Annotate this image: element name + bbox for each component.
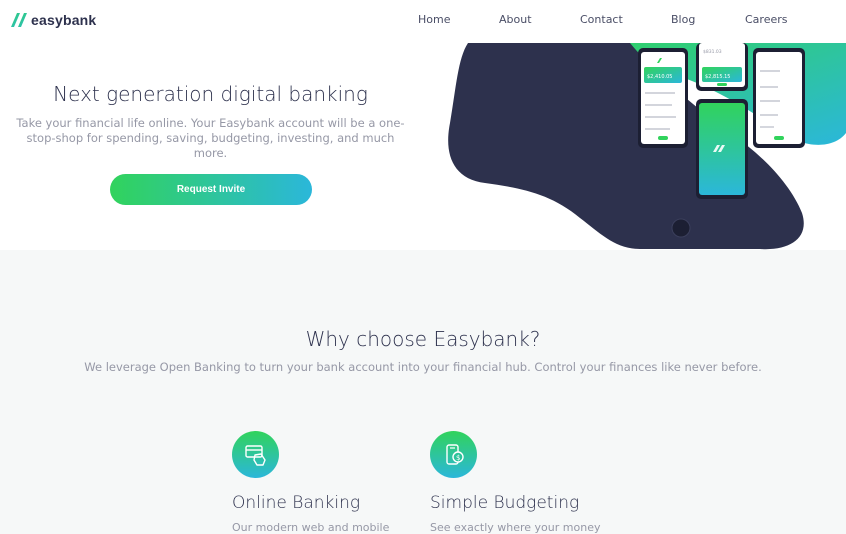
feature-online-banking: Online Banking Our modern web and mobile	[232, 431, 422, 534]
feature-title: Online Banking	[232, 493, 361, 513]
top-balance-text: $831.03	[703, 49, 722, 55]
why-title: Why choose Easybank?	[305, 327, 541, 351]
nav-blog[interactable]: Blog	[671, 13, 695, 26]
feature-simple-budgeting: $ Simple Budgeting See exactly where you…	[430, 431, 620, 534]
hero-subtitle: Take your financial life online. Your Ea…	[16, 116, 405, 160]
logo-mark-icon	[11, 13, 27, 27]
nav-contact[interactable]: Contact	[580, 13, 623, 26]
hero-title: Next generation digital banking	[53, 82, 368, 106]
center-balance-text: $2,815.15	[705, 74, 730, 80]
request-invite-button[interactable]: Request Invite	[110, 174, 312, 205]
budgeting-icon: $	[430, 431, 477, 478]
hero-illustration: $2,410.05 $831.03 $2,815.15	[448, 43, 846, 250]
why-subtitle: We leverage Open Banking to turn your ba…	[84, 360, 762, 374]
nav-about[interactable]: About	[499, 13, 532, 26]
phone-right	[753, 48, 805, 148]
feature-title: Simple Budgeting	[430, 493, 580, 513]
nav-careers[interactable]: Careers	[745, 13, 788, 26]
phone-center	[696, 99, 748, 199]
brand-logo[interactable]: easybank	[11, 12, 96, 28]
why-section: Why choose Easybank? We leverage Open Ba…	[0, 250, 846, 534]
nav-home[interactable]: Home	[418, 13, 450, 26]
svg-text:$: $	[456, 454, 460, 462]
online-banking-icon	[232, 431, 279, 478]
phone-top: $831.03 $2,815.15	[696, 43, 748, 91]
feature-desc: See exactly where your money	[430, 521, 601, 534]
site-header: easybank Home About Contact Blog Careers	[0, 0, 846, 43]
phone-left: $2,410.05	[638, 48, 688, 148]
feature-desc: Our modern web and mobile	[232, 521, 390, 534]
brand-name: easybank	[31, 12, 97, 28]
left-balance-text: $2,410.05	[647, 74, 672, 80]
carousel-dot	[671, 218, 691, 238]
